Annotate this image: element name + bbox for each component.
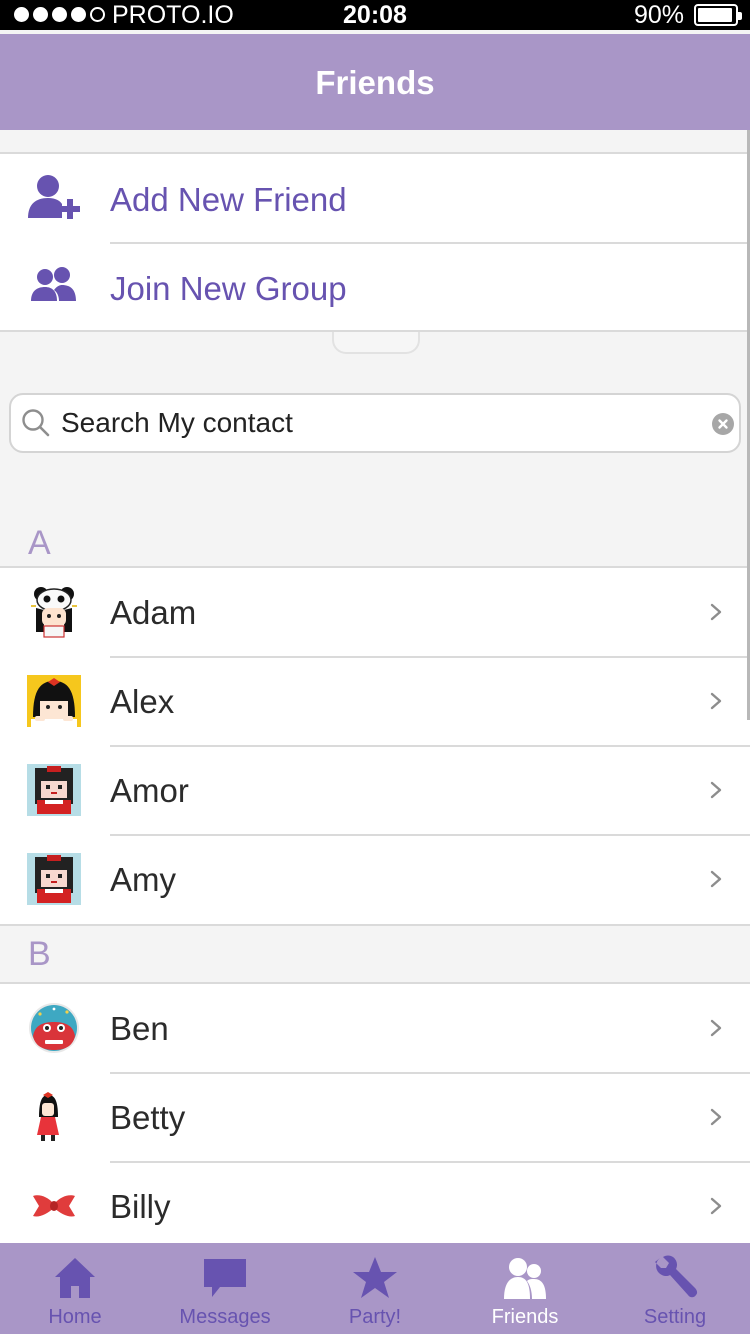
- black-hair-girl-avatar: [27, 675, 81, 727]
- chevron-right-icon: [710, 1108, 722, 1126]
- contact-name: Amor: [110, 772, 189, 809]
- search-input[interactable]: [61, 401, 661, 445]
- contact-row-amy[interactable]: Amy: [0, 835, 750, 924]
- search-icon: [21, 408, 51, 438]
- contact-row-alex[interactable]: Alex: [0, 657, 750, 746]
- contact-name: Betty: [110, 1099, 186, 1136]
- panda-hat-girl-avatar: [27, 586, 81, 638]
- tab-setting[interactable]: Setting: [600, 1243, 750, 1334]
- home-icon: [55, 1258, 95, 1298]
- search-bar: [9, 393, 741, 453]
- chevron-right-icon: [710, 692, 722, 710]
- add-person-icon: [26, 172, 82, 224]
- status-bar: PROTO.IO 20:08 90%: [0, 0, 750, 30]
- contact-name: Ben: [110, 1010, 169, 1047]
- contact-row-adam[interactable]: Adam: [0, 568, 750, 657]
- friends-icon: [504, 1258, 546, 1299]
- chevron-right-icon: [710, 870, 722, 888]
- contact-row-amor[interactable]: Amor: [0, 746, 750, 835]
- chevron-right-icon: [710, 1019, 722, 1037]
- pull-handle[interactable]: [332, 332, 420, 354]
- tab-home[interactable]: Home: [0, 1243, 150, 1334]
- tab-label: Home: [48, 1306, 102, 1328]
- battery-percentage: 90%: [633, 1, 684, 29]
- contact-name: Amy: [110, 861, 176, 898]
- contact-name: Billy: [110, 1188, 171, 1225]
- join-new-group-button[interactable]: Join New Group: [0, 243, 750, 332]
- chat-bubble-icon: [204, 1259, 246, 1297]
- tab-bar: Home Messages Party! Friends Setting: [0, 1243, 750, 1334]
- contact-row-billy[interactable]: Billy: [0, 1162, 750, 1251]
- pixel-girl-avatar: [27, 764, 81, 816]
- red-dress-girl-avatar: [27, 1091, 81, 1143]
- tab-label: Setting: [643, 1306, 707, 1328]
- section-header-b: B: [28, 935, 51, 973]
- section-header-a: A: [28, 524, 51, 562]
- close-icon: [718, 419, 728, 429]
- tab-label: Party!: [348, 1306, 402, 1328]
- tab-messages[interactable]: Messages: [150, 1243, 300, 1334]
- group-icon: [26, 261, 82, 313]
- tab-label: Messages: [179, 1306, 271, 1328]
- clear-search-button[interactable]: [712, 413, 734, 435]
- contact-name: Adam: [110, 594, 197, 631]
- star-icon: [353, 1257, 397, 1298]
- contact-row-ben[interactable]: Ben: [0, 984, 750, 1073]
- red-bow-avatar: [27, 1180, 81, 1232]
- contact-list-b: Ben Betty Billy: [0, 982, 750, 1243]
- pixel-girl-avatar: [27, 853, 81, 905]
- contact-list-a: Adam Alex Amor Amy: [0, 566, 750, 926]
- round-monster-avatar: [27, 1002, 81, 1054]
- join-new-group-label: Join New Group: [110, 270, 347, 307]
- tab-label: Friends: [491, 1306, 559, 1328]
- navigation-bar: Friends: [0, 34, 750, 130]
- tab-party[interactable]: Party!: [300, 1243, 450, 1334]
- add-new-friend-label: Add New Friend: [110, 181, 347, 218]
- page-title: Friends: [315, 64, 435, 101]
- contact-row-betty[interactable]: Betty: [0, 1073, 750, 1162]
- contact-name: Alex: [110, 683, 175, 720]
- chevron-right-icon: [710, 603, 722, 621]
- wrench-icon: [655, 1255, 698, 1298]
- tab-friends[interactable]: Friends: [450, 1243, 600, 1334]
- add-new-friend-button[interactable]: Add New Friend: [0, 154, 750, 243]
- chevron-right-icon: [710, 1197, 722, 1215]
- battery-icon: [694, 4, 742, 26]
- friend-actions-card: Add New Friend Join New Group: [0, 152, 750, 332]
- chevron-right-icon: [710, 781, 722, 799]
